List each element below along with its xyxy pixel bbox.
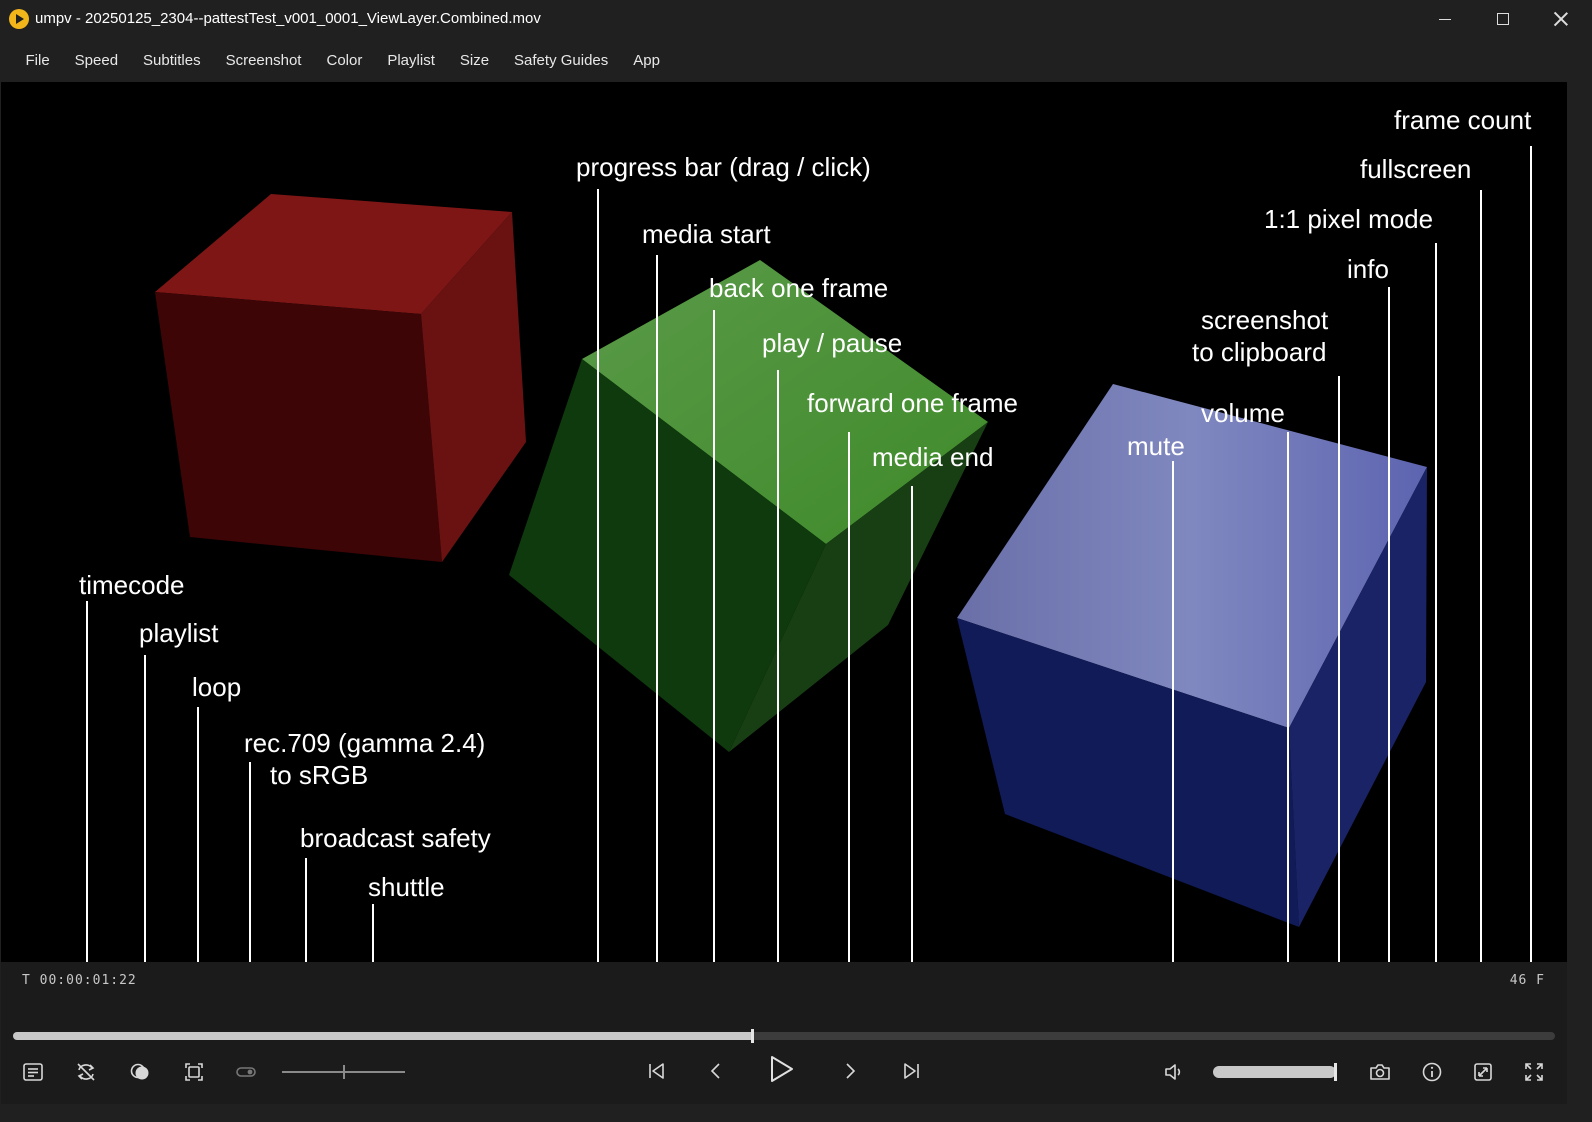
playlist-button[interactable]	[18, 1057, 48, 1087]
info-button[interactable]	[1417, 1057, 1447, 1087]
playlist-icon	[23, 1063, 43, 1081]
color-transform-icon	[130, 1063, 149, 1080]
loop-off-icon	[77, 1063, 95, 1081]
volume-handle[interactable]	[1334, 1063, 1337, 1081]
label-media-start: media start	[642, 219, 771, 249]
media-end-button[interactable]	[897, 1056, 927, 1086]
screenshot-button[interactable]	[1365, 1057, 1395, 1087]
progress-bar[interactable]	[13, 1029, 1555, 1043]
back-frame-icon	[710, 1063, 720, 1079]
red-cube	[155, 194, 526, 562]
minimize-icon	[1439, 18, 1451, 20]
shuttle-toggle[interactable]	[231, 1057, 261, 1087]
menu-size[interactable]: Size	[447, 46, 501, 75]
label-screenshot-line1: screenshot	[1201, 305, 1329, 335]
menu-screenshot[interactable]: Screenshot	[213, 46, 314, 75]
shuttle-toggle-icon	[236, 1067, 256, 1077]
play-icon	[771, 1056, 793, 1082]
label-play-pause: play / pause	[762, 328, 903, 358]
menu-file[interactable]: File	[13, 46, 62, 75]
label-mute: mute	[1127, 431, 1185, 461]
label-rec709-line1: rec.709 (gamma 2.4)	[244, 728, 486, 758]
shuttle-slider[interactable]	[282, 1065, 405, 1079]
camera-icon	[1370, 1064, 1390, 1080]
mute-button[interactable]	[1159, 1057, 1189, 1087]
title-bar: umpv - 20250125_2304--pattestTest_v001_0…	[0, 0, 1592, 38]
label-broadcast-safety: broadcast safety	[300, 823, 491, 853]
frame-count-display: 46 F	[1509, 973, 1545, 988]
media-start-button[interactable]	[641, 1056, 671, 1086]
label-loop: loop	[192, 672, 242, 702]
window-title: umpv - 20250125_2304--pattestTest_v001_0…	[35, 10, 541, 27]
menu-safety-guides[interactable]: Safety Guides	[502, 46, 621, 75]
label-info: info	[1347, 254, 1389, 284]
volume-fill	[1213, 1066, 1336, 1078]
forward-frame-icon	[846, 1063, 856, 1079]
color-transform-button[interactable]	[125, 1057, 155, 1087]
back-frame-button[interactable]	[701, 1056, 731, 1086]
play-pause-button[interactable]	[766, 1054, 796, 1084]
menu-app[interactable]: App	[621, 46, 673, 75]
shuttle-handle[interactable]	[342, 1065, 345, 1079]
progress-fill	[13, 1032, 752, 1040]
menu-subtitles[interactable]: Subtitles	[131, 46, 214, 75]
volume-icon	[1165, 1064, 1181, 1080]
safety-guides-icon	[185, 1063, 203, 1081]
menu-color[interactable]: Color	[314, 46, 375, 75]
minimize-button[interactable]	[1416, 0, 1474, 38]
control-bar: T 00:00:01:22 46 F	[1, 962, 1567, 1104]
label-playlist: playlist	[139, 618, 219, 648]
maximize-icon	[1497, 13, 1509, 25]
pixel-mode-icon	[1474, 1063, 1492, 1081]
info-icon	[1422, 1062, 1442, 1082]
label-shuttle: shuttle	[368, 872, 445, 902]
close-icon	[1554, 12, 1568, 26]
menu-speed[interactable]: Speed	[62, 46, 130, 75]
label-back-frame: back one frame	[709, 273, 889, 303]
broadcast-safety-button[interactable]	[179, 1057, 209, 1087]
label-forward-frame: forward one frame	[807, 388, 1018, 418]
volume-slider[interactable]	[1213, 1066, 1336, 1078]
maximize-button[interactable]	[1474, 0, 1532, 38]
play-logo-icon	[9, 9, 29, 29]
blue-cube	[957, 384, 1427, 927]
label-frame-count: frame count	[1394, 105, 1532, 135]
menu-bar: File Speed Subtitles Screenshot Color Pl…	[0, 38, 1592, 82]
media-end-icon	[904, 1063, 919, 1079]
media-start-icon	[649, 1063, 664, 1079]
label-screenshot-line2: to clipboard	[1192, 337, 1327, 367]
label-volume: volume	[1201, 398, 1285, 428]
progress-handle[interactable]	[750, 1029, 754, 1043]
label-timecode: timecode	[79, 570, 185, 600]
label-pixel-mode: 1:1 pixel mode	[1264, 204, 1434, 234]
label-rec709-line2: to sRGB	[270, 760, 369, 790]
menu-playlist[interactable]: Playlist	[375, 46, 448, 75]
fullscreen-icon	[1525, 1063, 1543, 1081]
green-cube	[509, 260, 988, 752]
timecode-display: T 00:00:01:22	[22, 973, 137, 988]
label-media-end: media end	[872, 442, 994, 472]
label-fullscreen: fullscreen	[1360, 154, 1472, 184]
label-progress-bar: progress bar (drag / click)	[576, 152, 871, 182]
loop-button[interactable]	[71, 1057, 101, 1087]
fullscreen-button[interactable]	[1519, 1057, 1549, 1087]
close-button[interactable]	[1532, 0, 1590, 38]
forward-frame-button[interactable]	[835, 1056, 865, 1086]
pixel-mode-button[interactable]	[1468, 1057, 1498, 1087]
